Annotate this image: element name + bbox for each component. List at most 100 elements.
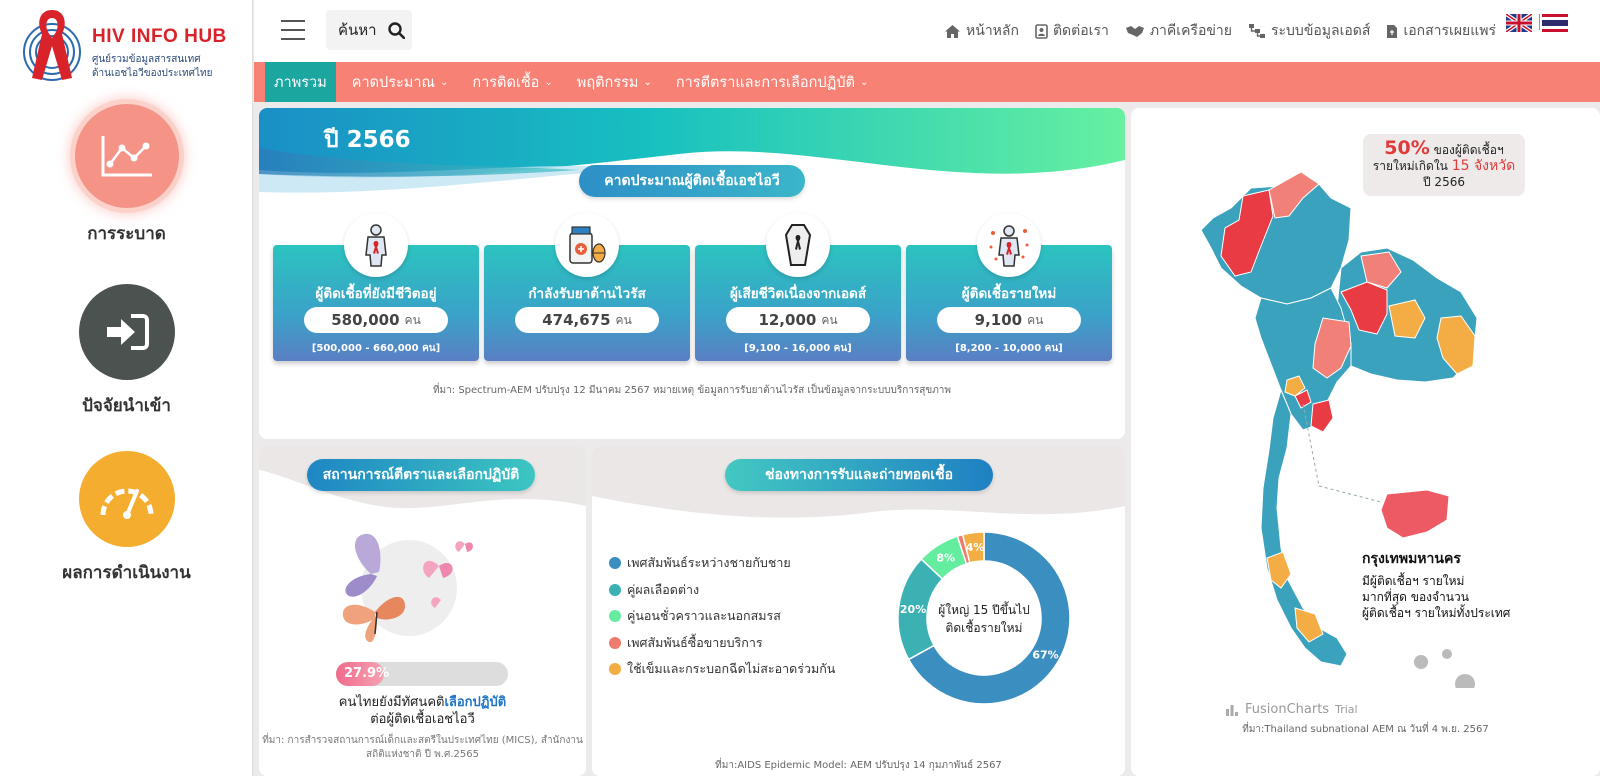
- card-icon-wrap: [766, 213, 830, 277]
- legend-item[interactable]: คู่นอนชั่วคราวและนอกสมรส: [609, 603, 835, 630]
- legend-swatch: [609, 636, 621, 649]
- medicine-icon: [569, 226, 606, 264]
- legend-item[interactable]: เพศสัมพันธ์ระหว่างชายกับชาย: [609, 550, 835, 577]
- card-living[interactable]: ผู้ติดเชื้อที่ยังมีชีวิตอยู่ 580,000 คน […: [273, 213, 479, 361]
- search-input[interactable]: [338, 21, 382, 39]
- card-value: 580,000 คน: [304, 307, 448, 333]
- search-box[interactable]: [326, 10, 412, 50]
- nav-publications[interactable]: เอกสารเผยแพร่: [1386, 20, 1496, 42]
- coffin-icon: [784, 224, 812, 266]
- chevron-down-icon: ⌄: [859, 76, 869, 88]
- nav-label: หน้าหลัก: [966, 23, 1019, 39]
- source-line: ที่มา: การสำรวจสถานการณ์เด็กและสตรีในประ…: [262, 735, 583, 746]
- legend-label: คู่นอนชั่วคราวและนอกสมรส: [627, 608, 781, 624]
- donut-center-label: ผู้ใหญ่ 15 ปีขึ้นไป: [938, 601, 1030, 618]
- bangkok-title: กรุงเทพมหานคร: [1362, 551, 1461, 567]
- nav-aids-system[interactable]: ระบบข้อมูลเอดส์: [1248, 20, 1370, 42]
- map-bangkok-zoom[interactable]: [1380, 489, 1450, 539]
- home-icon: [945, 24, 961, 38]
- transmission-donut-chart: 67% 20% 8% 4% ผู้ใหญ่ 15 ปีขึ้นไปติดเชื้อราย…: [897, 531, 1071, 705]
- sidebar-item-label: การระบาด: [87, 224, 166, 244]
- source-line: สถิติแห่งชาติ ปี พ.ศ.2565: [366, 749, 479, 760]
- hamburger-menu-icon[interactable]: [281, 20, 305, 40]
- legend-swatch: [609, 610, 621, 623]
- menu-behavior[interactable]: พฤติกรรม ⌄: [565, 62, 664, 102]
- chart-line-icon: [101, 136, 152, 177]
- menu-infection[interactable]: การติดเชื้อ ⌄: [460, 62, 564, 102]
- legend-item[interactable]: ใช้เข็มและกระบอกฉีดไม่สะอาดร่วมกัน: [609, 656, 835, 683]
- card-range: [8,200 - 10,000 คน]: [955, 343, 1063, 354]
- stigma-text-pre: คนไทยยังมีทัศนคติ: [338, 695, 445, 710]
- sidebar-item-performance[interactable]: ผลการดำเนินงาน: [0, 451, 253, 586]
- card-title: ผู้ติดเชื้อที่ยังมีชีวิตอยู่: [315, 286, 437, 302]
- card-title: ผู้เสียชีวิตเนื่องจากเอดส์: [729, 286, 867, 302]
- logo[interactable]: HIV INFO HUB ศูนย์รวมข้อมูลสารสนเทศ ด้าน…: [22, 8, 232, 88]
- sidebar-item-epidemic[interactable]: การระบาด: [0, 104, 253, 247]
- card-deaths[interactable]: ผู้เสียชีวิตเนื่องจากเอดส์ 12,000 คน [9,1…: [695, 213, 901, 361]
- sidebar-item-input-factors[interactable]: ปัจจัยนำเข้า: [0, 284, 253, 419]
- legend-label: คู่ผลเลือดต่าง: [627, 581, 700, 597]
- flag-separator: [1539, 14, 1540, 30]
- search-icon[interactable]: [388, 21, 405, 39]
- sign-in-icon: [106, 314, 149, 350]
- fusioncharts-logo-icon: [1226, 704, 1238, 716]
- sidebar-circle: [74, 104, 179, 208]
- stigma-progress-bar: 27.9%: [336, 662, 508, 686]
- stigma-percent: 27.9%: [344, 666, 390, 681]
- bkk-line: ผู้ติดเชื้อฯ รายใหม่ทั้งประเทศ: [1362, 606, 1511, 620]
- speedometer-icon: [100, 488, 153, 519]
- routes-heading: ช่องทางการรับและถ่ายทอดเชื้อ: [725, 459, 993, 491]
- bangkok-description: มีผู้ติดเชื้อฯ รายใหม่ มากที่สุด ของจำนว…: [1362, 573, 1510, 621]
- map-province-red[interactable]: [1310, 399, 1334, 433]
- stigma-text-highlight: เลือกปฏิบัติ: [444, 695, 507, 710]
- legend-swatch: [609, 583, 621, 596]
- card-title: ผู้ติดเชื้อรายใหม่: [961, 286, 1057, 302]
- handshake-icon: [1125, 25, 1144, 37]
- card-icon-wrap: [555, 213, 619, 277]
- chevron-down-icon: ⌄: [643, 76, 652, 88]
- menu-overview[interactable]: ภาพรวม: [265, 62, 336, 102]
- info-percent: 50%: [1384, 137, 1430, 159]
- card-value: 474,675 คน: [515, 307, 659, 333]
- donut-slice-label: 67%: [1032, 648, 1058, 661]
- menu-label: ภาพรวม: [274, 74, 327, 91]
- card-range: [9,100 - 16,000 คน]: [744, 343, 852, 354]
- card-on-arv[interactable]: กำลังรับยาต้านไวรัส 474,675 คน: [484, 213, 690, 361]
- year-label: ปี 2566: [324, 127, 411, 153]
- logo-subtitle: ศูนย์รวมข้อมูลสารสนเทศ: [92, 54, 201, 65]
- document-icon: [1387, 24, 1398, 38]
- nav-network[interactable]: ภาคีเครือข่าย: [1125, 20, 1232, 42]
- routes-panel: ช่องทางการรับและถ่ายทอดเชื้อ เพศสัมพันธ์…: [592, 446, 1125, 776]
- stigma-heading: สถานการณ์ตีตราและเลือกปฏิบัติ: [307, 459, 535, 491]
- logo-title: HIV INFO HUB: [92, 26, 227, 47]
- legend-swatch: [609, 663, 621, 676]
- menu-estimate[interactable]: คาดประมาณ ⌄: [340, 62, 461, 102]
- value-number: 12,000: [758, 311, 817, 329]
- uk-flag-icon[interactable]: [1506, 14, 1532, 32]
- menu-stigma[interactable]: การตีตราและการเลือกปฏิบัติ ⌄: [664, 62, 880, 102]
- donut-slice-label: 20%: [900, 603, 926, 616]
- fusion-label: FusionCharts: [1245, 702, 1330, 717]
- nav-contact[interactable]: ติดต่อเรา: [1035, 20, 1109, 42]
- sidebar: HIV INFO HUB ศูนย์รวมข้อมูลสารสนเทศ ด้าน…: [0, 0, 253, 776]
- nav-label: ระบบข้อมูลเอดส์: [1271, 23, 1371, 39]
- sidebar-item-label: ปัจจัยนำเข้า: [82, 396, 171, 416]
- red-ribbon-logo-icon: [23, 10, 81, 81]
- thai-flag-icon[interactable]: [1542, 14, 1568, 32]
- legend-label: เพศสัมพันธ์ซื้อขายบริการ: [627, 634, 763, 650]
- menu-label: การตีตราและการเลือกปฏิบัติ: [675, 74, 855, 91]
- topbar: หน้าหลัก ติดต่อเรา ภาคีเครือข่าย ระบบข้อ…: [254, 0, 1600, 62]
- legend-item[interactable]: เพศสัมพันธ์ซื้อขายบริการ: [609, 630, 835, 657]
- estimate-source: ที่มา: Spectrum-AEM ปรับปรุง 12 มีนาคม 2…: [432, 385, 952, 396]
- card-new-infections[interactable]: ผู้ติดเชื้อรายใหม่ 9,100 คน [8,200 - 10,0…: [906, 213, 1112, 361]
- card-range: [500,000 - 660,000 คน]: [311, 343, 441, 354]
- legend-item[interactable]: คู่ผลเลือดต่าง: [609, 577, 835, 604]
- fusioncharts-watermark[interactable]: FusionCharts Trial: [1225, 702, 1358, 717]
- map-source: ที่มา:Thailand subnational AEM ณ วันที่ …: [1242, 724, 1489, 735]
- stigma-text-line2: ต่อผู้ติดเชื้อเอชไอวี: [370, 712, 475, 727]
- legend-label: เพศสัมพันธ์ระหว่างชายกับชาย: [627, 555, 791, 571]
- chevron-down-icon: ⌄: [544, 76, 553, 88]
- card-icon-wrap: [344, 213, 408, 277]
- nav-home[interactable]: หน้าหลัก: [944, 20, 1019, 42]
- menubar: ภาพรวม คาดประมาณ ⌄ การติดเชื้อ ⌄ พฤติกรรม ⌄…: [254, 62, 1600, 102]
